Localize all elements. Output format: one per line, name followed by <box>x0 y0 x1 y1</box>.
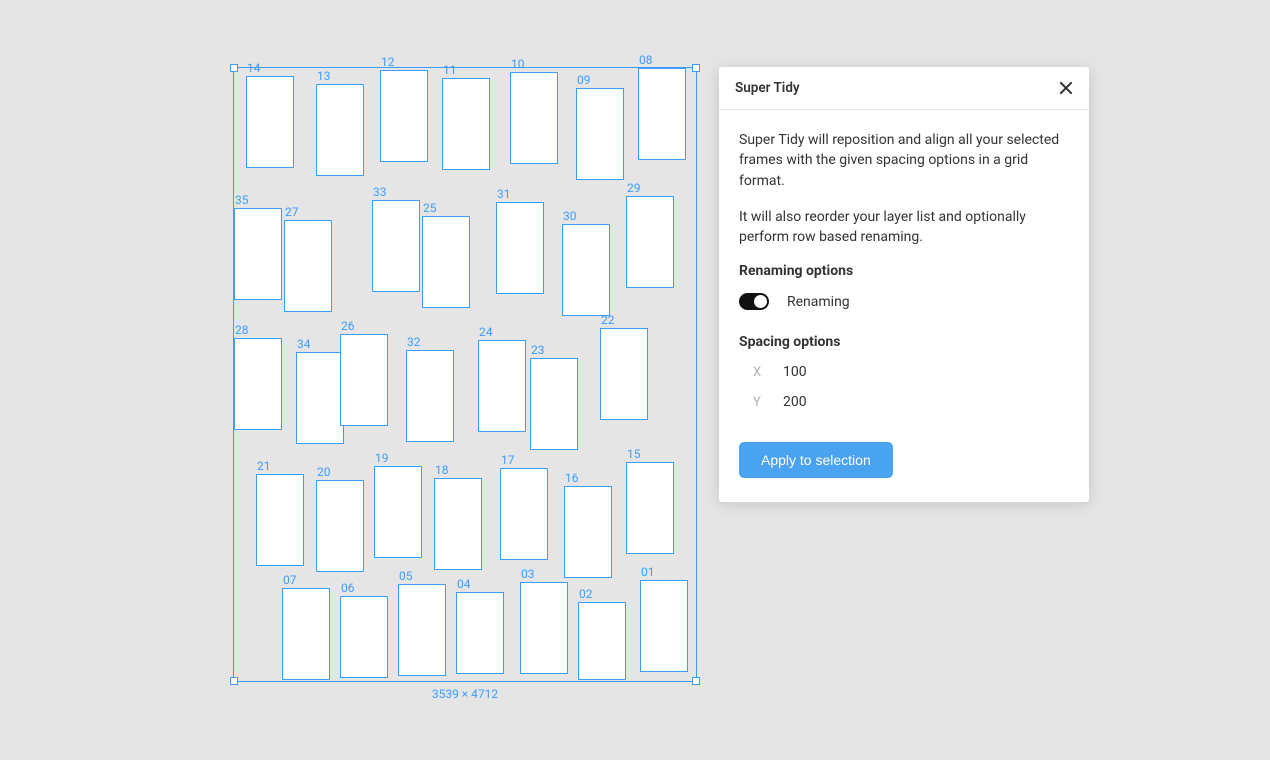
frame[interactable]: 27 <box>284 220 332 312</box>
frame-label: 13 <box>317 69 331 83</box>
panel-description-1: Super Tidy will reposition and align all… <box>739 130 1069 191</box>
frame-label: 09 <box>577 73 591 87</box>
spacing-x-label: X <box>753 365 767 380</box>
frame-label: 24 <box>479 325 493 339</box>
frame-label: 18 <box>435 463 449 477</box>
frame[interactable]: 18 <box>434 478 482 570</box>
frame[interactable]: 10 <box>510 72 558 164</box>
frame-label: 34 <box>297 337 311 351</box>
panel-title: Super Tidy <box>735 80 800 96</box>
frame[interactable]: 05 <box>398 584 446 676</box>
frame-label: 05 <box>399 569 413 583</box>
frame[interactable]: 33 <box>372 200 420 292</box>
renaming-toggle-label: Renaming <box>787 294 850 310</box>
frame[interactable]: 35 <box>234 208 282 300</box>
frame-label: 28 <box>235 323 249 337</box>
frame[interactable]: 34 <box>296 352 344 444</box>
frame-label: 07 <box>283 573 297 587</box>
frame-label: 11 <box>443 63 457 77</box>
frame-label: 08 <box>639 53 653 67</box>
frame-label: 35 <box>235 193 249 207</box>
frame-label: 29 <box>627 181 641 195</box>
frame-label: 16 <box>565 471 579 485</box>
frame[interactable]: 11 <box>442 78 490 170</box>
frame[interactable]: 04 <box>456 592 504 674</box>
plugin-panel: Super Tidy Super Tidy will reposition an… <box>719 67 1089 502</box>
frame[interactable]: 22 <box>600 328 648 420</box>
panel-header: Super Tidy <box>719 67 1089 110</box>
spacing-y-row[interactable]: Y 200 <box>739 394 1069 410</box>
frame-label: 06 <box>341 581 355 595</box>
frame-label: 25 <box>423 201 437 215</box>
renaming-options-title: Renaming options <box>739 263 1069 279</box>
frame[interactable]: 26 <box>340 334 388 426</box>
frame-label: 15 <box>627 447 641 461</box>
frame[interactable]: 09 <box>576 88 624 180</box>
frame-label: 20 <box>317 465 331 479</box>
frame[interactable]: 17 <box>500 468 548 560</box>
selection-bounds[interactable]: 1413121110090835273325313029283426322423… <box>233 67 697 682</box>
frame-label: 31 <box>497 187 511 201</box>
frame-label: 03 <box>521 567 535 581</box>
frame-label: 26 <box>341 319 355 333</box>
frame-label: 22 <box>601 313 615 327</box>
frame[interactable]: 25 <box>422 216 470 308</box>
selection-dimensions: 3539 × 4712 <box>234 687 696 701</box>
frame[interactable]: 20 <box>316 480 364 572</box>
frame-label: 14 <box>247 61 261 75</box>
selection-handle-tr[interactable] <box>692 64 700 72</box>
frame[interactable]: 24 <box>478 340 526 432</box>
frame[interactable]: 12 <box>380 70 428 162</box>
frame[interactable]: 01 <box>640 580 688 672</box>
frame[interactable]: 29 <box>626 196 674 288</box>
selection-handle-tl[interactable] <box>230 64 238 72</box>
close-icon[interactable] <box>1059 81 1073 95</box>
frame[interactable]: 32 <box>406 350 454 442</box>
frame-label: 33 <box>373 185 387 199</box>
frame[interactable]: 13 <box>316 84 364 176</box>
apply-button[interactable]: Apply to selection <box>739 442 893 478</box>
frame[interactable]: 07 <box>282 588 330 680</box>
frame[interactable]: 02 <box>578 602 626 680</box>
frame[interactable]: 28 <box>234 338 282 430</box>
frame[interactable]: 16 <box>564 486 612 578</box>
frame-label: 17 <box>501 453 515 467</box>
frame-label: 19 <box>375 451 389 465</box>
frame-label: 04 <box>457 577 471 591</box>
spacing-y-label: Y <box>753 395 767 410</box>
frame[interactable]: 21 <box>256 474 304 566</box>
frame-label: 32 <box>407 335 421 349</box>
frame-label: 30 <box>563 209 577 223</box>
frame[interactable]: 14 <box>246 76 294 168</box>
selection-handle-bl[interactable] <box>230 677 238 685</box>
frame-label: 23 <box>531 343 545 357</box>
frame[interactable]: 03 <box>520 582 568 674</box>
panel-description-2: It will also reorder your layer list and… <box>739 207 1069 248</box>
frame[interactable]: 23 <box>530 358 578 450</box>
frame-label: 12 <box>381 55 395 69</box>
frame-label: 10 <box>511 57 525 71</box>
frame-label: 27 <box>285 205 299 219</box>
spacing-y-value[interactable]: 200 <box>783 394 807 410</box>
frame[interactable]: 19 <box>374 466 422 558</box>
frame[interactable]: 31 <box>496 202 544 294</box>
spacing-options-title: Spacing options <box>739 334 1069 350</box>
selection-handle-br[interactable] <box>692 677 700 685</box>
frame[interactable]: 08 <box>638 68 686 160</box>
renaming-toggle[interactable] <box>739 293 769 310</box>
spacing-x-value[interactable]: 100 <box>783 364 807 380</box>
frame-label: 01 <box>641 565 655 579</box>
spacing-x-row[interactable]: X 100 <box>739 364 1069 380</box>
frame-label: 21 <box>257 459 271 473</box>
frame[interactable]: 30 <box>562 224 610 316</box>
frame[interactable]: 15 <box>626 462 674 554</box>
frame-label: 02 <box>579 587 593 601</box>
frame[interactable]: 06 <box>340 596 388 678</box>
